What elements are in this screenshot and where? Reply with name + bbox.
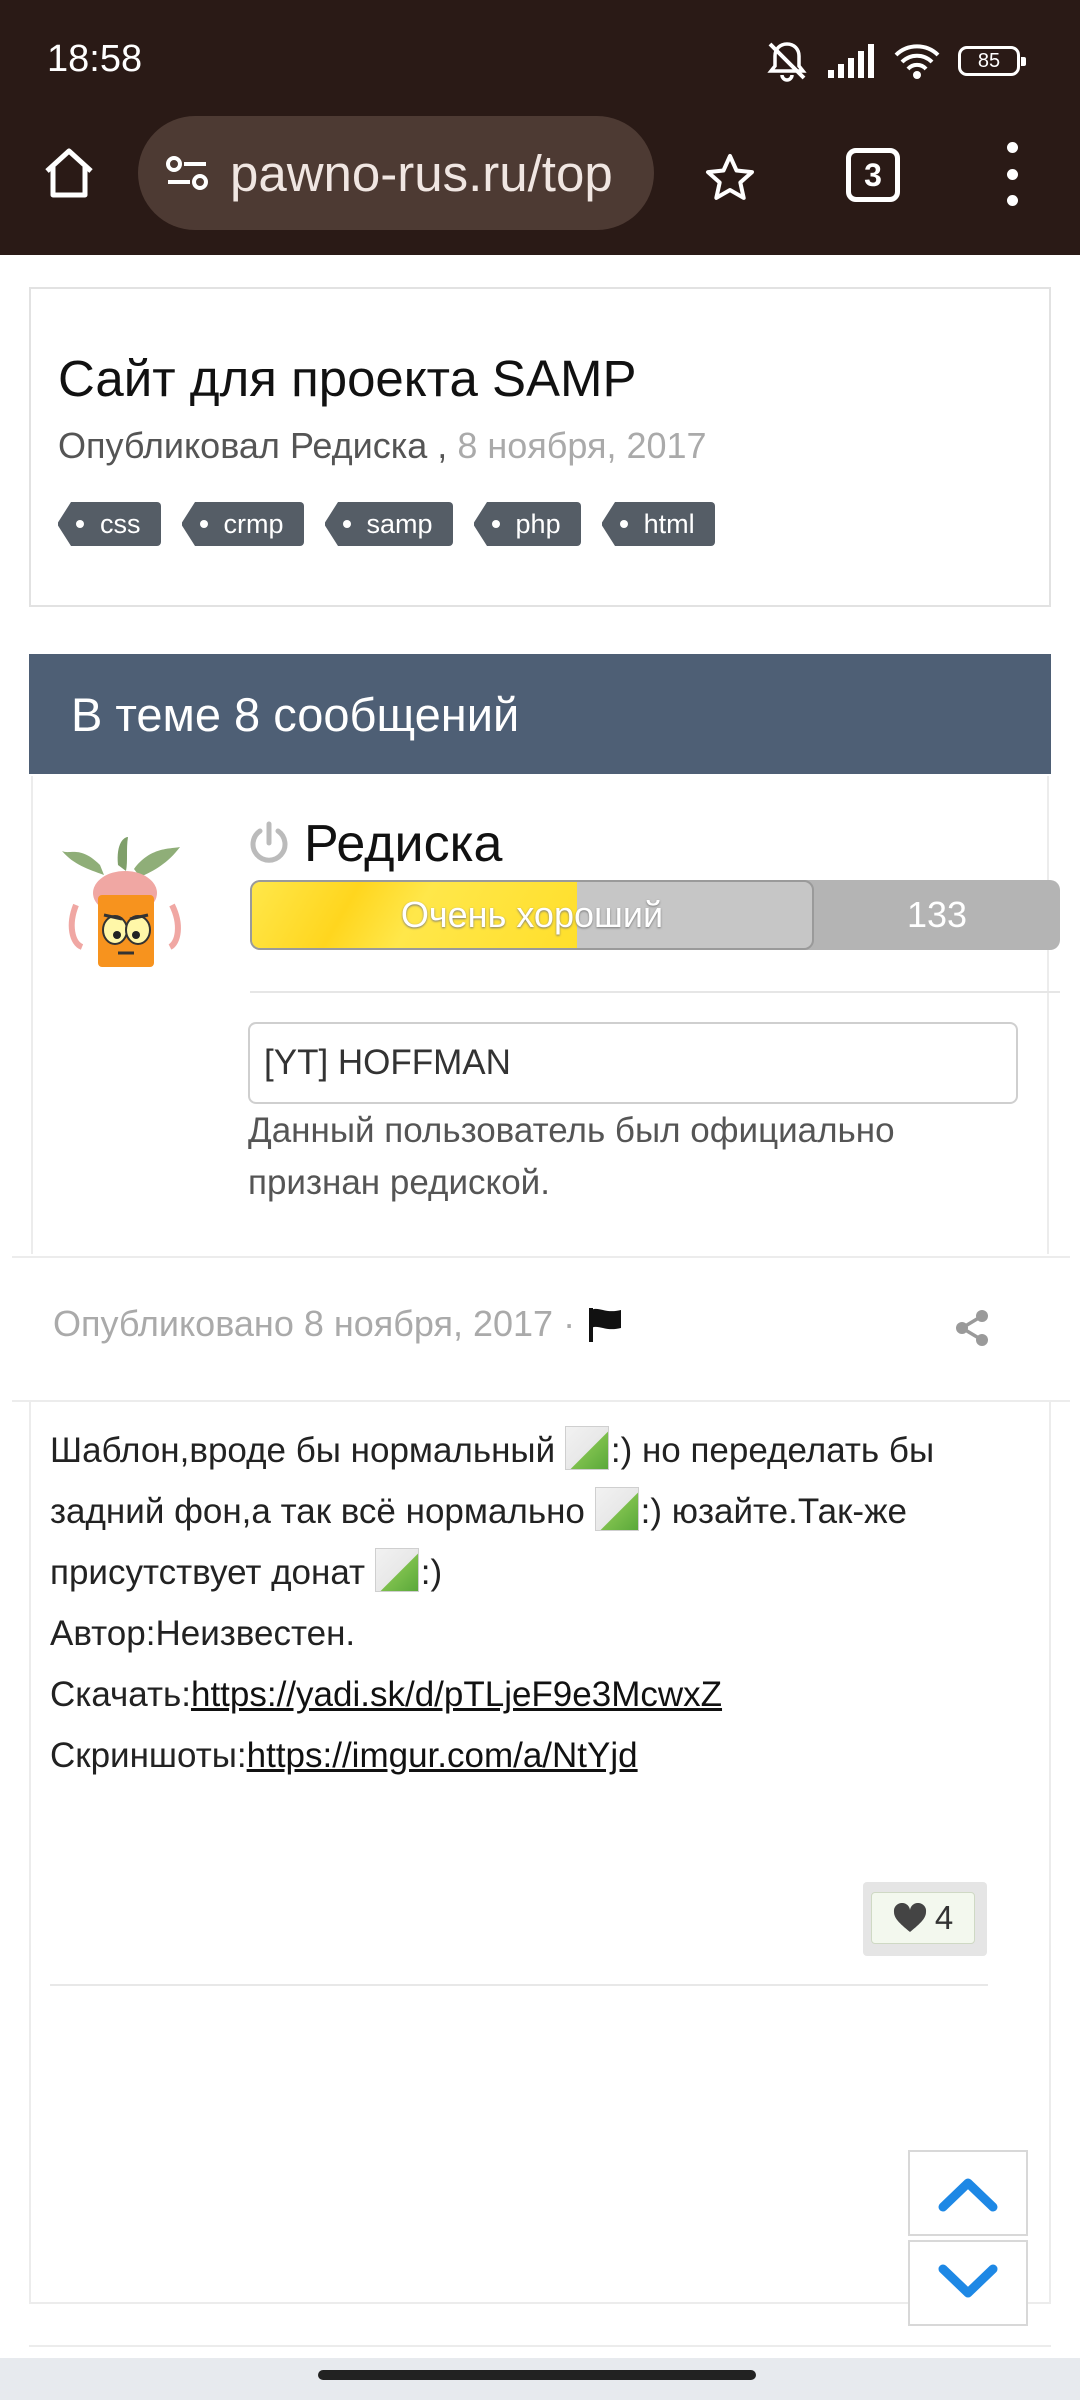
like-button[interactable]: 4	[871, 1892, 975, 1944]
post-text: Шаблон,вроде бы нормальный :) но передел…	[50, 1420, 1030, 1603]
flag-icon[interactable]	[585, 1304, 625, 1344]
tabs-button[interactable]: 3	[846, 148, 900, 202]
post-date-text[interactable]: Опубликовано 8 ноября, 2017 ·	[53, 1303, 575, 1345]
page-content: Сайт для проекта SAMP Опубликовал Редиск…	[0, 255, 1080, 2400]
post-body: Шаблон,вроде бы нормальный :) но передел…	[50, 1420, 1030, 1786]
screens-label: Скриншоты:	[50, 1736, 247, 1775]
topic-author[interactable]: Опубликовал Редиска ,	[58, 425, 447, 466]
reputation-label: Очень хороший	[400, 894, 664, 935]
user-title-box: [YT] HOFFMAN	[248, 1022, 1018, 1104]
topic-title: Сайт для проекта SAMP	[58, 350, 637, 407]
scroll-up-button[interactable]	[908, 2150, 1028, 2236]
post-text-part: Шаблон,вроде бы нормальный	[50, 1431, 565, 1470]
mute-icon	[767, 42, 807, 82]
address-bar[interactable]: pawno-rus.ru/top	[138, 116, 654, 230]
download-label: Скачать:	[50, 1675, 191, 1714]
reputation-bar: Очень хороший 133	[250, 880, 1060, 950]
status-time: 18:58	[47, 38, 143, 80]
post-text-part: :)	[420, 1553, 443, 1592]
author-name[interactable]: Редиска	[304, 814, 502, 874]
tag-crmp[interactable]: crmp	[180, 502, 304, 546]
like-box: 4	[863, 1882, 987, 1956]
post-separator	[50, 1984, 988, 1986]
broken-image-icon	[564, 1426, 609, 1470]
status-icons: 85	[764, 38, 1026, 84]
reputation-count: 133	[906, 894, 968, 935]
tag-html[interactable]: html	[600, 502, 715, 546]
broken-image-icon	[594, 1487, 639, 1531]
broken-image-icon	[374, 1548, 419, 1592]
wifi-icon	[894, 44, 940, 79]
heart-icon	[893, 1903, 926, 1932]
browser-chrome: 18:58 85 pawno-rus.ru/top 3	[0, 0, 1080, 255]
post-screens-line: Скриншоты:https://imgur.com/a/NtYjd	[50, 1725, 1030, 1786]
tag-samp[interactable]: samp	[323, 502, 453, 546]
tag-list: css crmp samp php html	[57, 502, 715, 546]
battery-indicator: 85	[958, 46, 1026, 76]
screens-link[interactable]: https://imgur.com/a/NtYjd	[247, 1736, 638, 1775]
share-icon[interactable]	[952, 1308, 992, 1348]
topic-meta: Опубликовал Редиска , 8 ноября, 2017	[58, 425, 707, 467]
chevron-down-icon	[938, 2264, 998, 2298]
signal-icon	[828, 44, 874, 78]
star-icon	[706, 154, 754, 200]
topic-date: 8 ноября, 2017	[457, 425, 707, 466]
tag-css[interactable]: css	[57, 502, 161, 546]
avatar[interactable]	[60, 835, 190, 985]
url-text[interactable]: pawno-rus.ru/top	[230, 144, 613, 203]
gesture-handle[interactable]	[318, 2370, 756, 2380]
messages-count-header: В теме 8 сообщений	[29, 654, 1051, 774]
post-author-line: Автор:Неизвестен.	[50, 1614, 356, 1653]
user-note: Данный пользователь был официально призн…	[248, 1111, 895, 1202]
home-icon	[45, 148, 93, 198]
site-settings-icon[interactable]	[162, 148, 212, 198]
author-name-row: Редиска	[248, 814, 502, 874]
post-download-line: Скачать:https://yadi.sk/d/pTLjeF9e3McwxZ	[50, 1664, 1030, 1725]
like-count: 4	[934, 1899, 954, 1936]
battery-level: 85	[977, 49, 1001, 72]
divider	[250, 991, 1060, 993]
power-icon	[250, 821, 288, 863]
chevron-up-icon	[938, 2178, 998, 2212]
scroll-down-button[interactable]	[908, 2240, 1028, 2326]
tag-php[interactable]: php	[472, 502, 581, 546]
more-vert-icon[interactable]	[990, 142, 1034, 206]
bookmark-button[interactable]	[700, 148, 760, 208]
post-date: Опубликовано 8 ноября, 2017 ·	[53, 1303, 625, 1345]
home-button[interactable]	[36, 140, 102, 206]
download-link[interactable]: https://yadi.sk/d/pTLjeF9e3McwxZ	[191, 1675, 722, 1714]
next-post-edge	[29, 2345, 1051, 2357]
